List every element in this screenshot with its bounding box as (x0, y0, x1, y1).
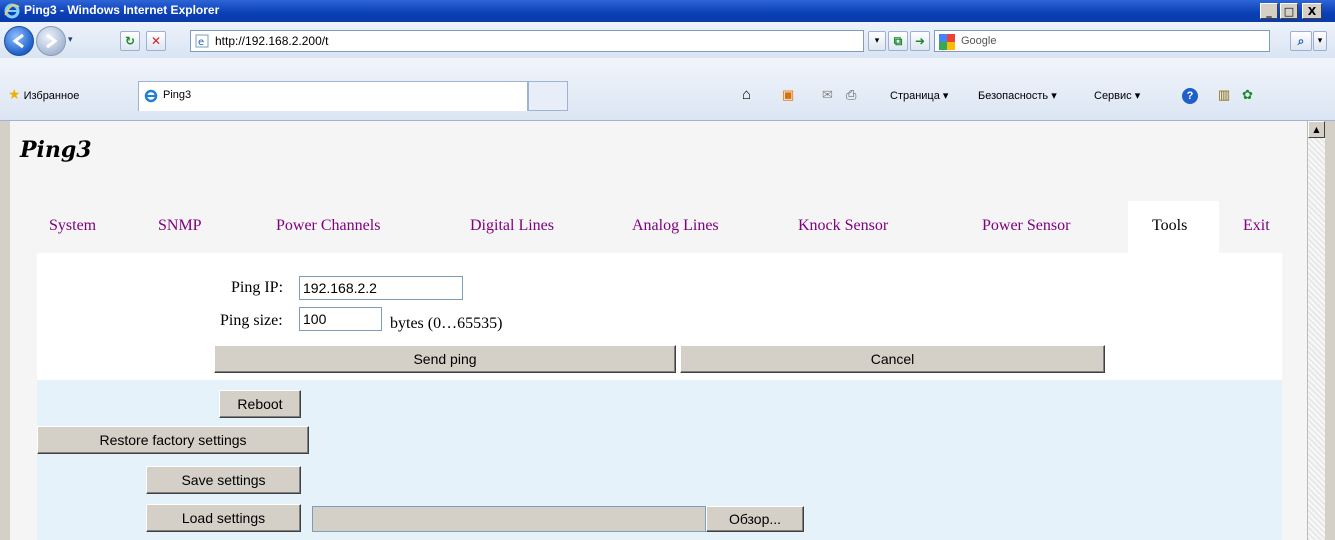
ie-logo-icon (4, 3, 20, 19)
menu-item-power-channels[interactable]: Power Channels (276, 217, 380, 235)
window-frame-right (1324, 121, 1335, 540)
feeds-icon[interactable]: ▣ (782, 87, 794, 103)
print-icon[interactable]: ⎙ (846, 87, 856, 103)
forward-arrow-icon (46, 33, 58, 49)
page-menu[interactable]: Страница ▾ (890, 89, 948, 102)
ping-ip-label: Ping IP: (231, 279, 284, 296)
page-ie-icon: e (195, 34, 209, 48)
back-arrow-icon (12, 33, 24, 49)
window-titlebar: Ping3 - Windows Internet Explorer _ □ X (0, 0, 1335, 22)
ping-size-input[interactable] (299, 307, 382, 331)
tab-ie-icon (144, 89, 158, 103)
forward-button[interactable] (36, 26, 66, 56)
page-content: Ping3 System SNMP Power Channels Digital… (10, 121, 1307, 540)
address-toolbar: ▾ ↻ ✕ e http://192.168.2.200/t ▾ ⧉ ➜ Goo… (0, 22, 1335, 59)
back-button[interactable] (4, 26, 34, 56)
compatibility-icon[interactable]: ⧉ (888, 31, 908, 51)
go-arrow-icon[interactable]: ➜ (910, 31, 930, 51)
cancel-button[interactable]: Cancel (680, 345, 1105, 373)
menu-item-system[interactable]: System (49, 217, 96, 235)
mail-icon[interactable]: ✉ (822, 87, 833, 103)
browse-button[interactable]: Обзор... (706, 506, 804, 532)
svg-text:e: e (198, 37, 204, 48)
menu-item-exit[interactable]: Exit (1243, 217, 1270, 235)
scroll-up-icon[interactable]: ▲ (1308, 121, 1325, 138)
url-path: /t (321, 34, 329, 48)
search-placeholder: Google (961, 35, 997, 47)
menu-item-analog-lines[interactable]: Analog Lines (632, 217, 719, 235)
save-settings-button[interactable]: Save settings (146, 466, 301, 494)
vertical-scrollbar[interactable]: ▲ (1307, 121, 1325, 540)
research-icon[interactable]: ▥ (1218, 87, 1230, 103)
file-path-input[interactable] (312, 506, 706, 532)
search-options-icon[interactable]: ▾ (1313, 31, 1327, 51)
star-icon: ★ (8, 86, 21, 102)
stop-icon[interactable]: ✕ (146, 31, 166, 51)
menu-item-knock-sensor[interactable]: Knock Sensor (798, 217, 888, 235)
home-icon[interactable]: ⌂ (742, 86, 751, 103)
url-prefix: http:// (215, 34, 246, 48)
tools-menu[interactable]: Сервис ▾ (1094, 89, 1140, 102)
new-tab-button[interactable] (528, 81, 568, 111)
url-host: 192.168.2.200 (245, 34, 322, 48)
history-dropdown-icon[interactable]: ▾ (68, 35, 73, 45)
main-menu: System SNMP Power Channels Digital Lines… (10, 201, 1307, 253)
maximize-button[interactable]: □ (1280, 3, 1298, 19)
favorites-label: Избранное (23, 90, 80, 102)
favorites-toolbar: ★ Избранное Ping3 ⌂ ▣ ✉ ⎙ Страница ▾ Безо… (0, 58, 1335, 121)
reboot-button[interactable]: Reboot (219, 390, 301, 418)
help-icon[interactable]: ? (1182, 88, 1198, 104)
search-input[interactable]: Google (934, 30, 1270, 52)
favorites-button[interactable]: ★ Избранное (8, 86, 79, 103)
menu-item-power-sensor[interactable]: Power Sensor (982, 217, 1070, 235)
security-menu[interactable]: Безопасность ▾ (978, 89, 1057, 102)
menu-item-snmp[interactable]: SNMP (158, 217, 202, 235)
restore-factory-button[interactable]: Restore factory settings (37, 426, 309, 454)
page-title: Ping3 (20, 137, 92, 163)
address-input[interactable]: e http://192.168.2.200/t (190, 30, 864, 52)
ping-ip-input[interactable] (299, 276, 463, 300)
messenger-icon[interactable]: ✿ (1242, 87, 1253, 103)
send-ping-button[interactable]: Send ping (214, 345, 676, 373)
address-dropdown-icon[interactable]: ▾ (868, 31, 886, 51)
close-window-button[interactable]: X (1302, 3, 1322, 19)
window-frame-left (0, 121, 10, 540)
minimize-button[interactable]: _ (1260, 3, 1278, 19)
google-icon (939, 34, 955, 50)
window-title: Ping3 - Windows Internet Explorer (24, 3, 220, 17)
tab-ping3[interactable]: Ping3 (138, 81, 528, 111)
menu-item-tools[interactable]: Tools (1152, 217, 1187, 235)
search-button[interactable]: ⌕ (1290, 31, 1312, 51)
load-settings-button[interactable]: Load settings (146, 504, 301, 532)
tab-title: Ping3 (163, 89, 192, 101)
refresh-icon[interactable]: ↻ (120, 31, 140, 51)
ping-size-hint: bytes (0…65535) (390, 315, 503, 332)
ping-size-label: Ping size: (220, 312, 283, 329)
menu-item-digital-lines[interactable]: Digital Lines (470, 217, 554, 235)
